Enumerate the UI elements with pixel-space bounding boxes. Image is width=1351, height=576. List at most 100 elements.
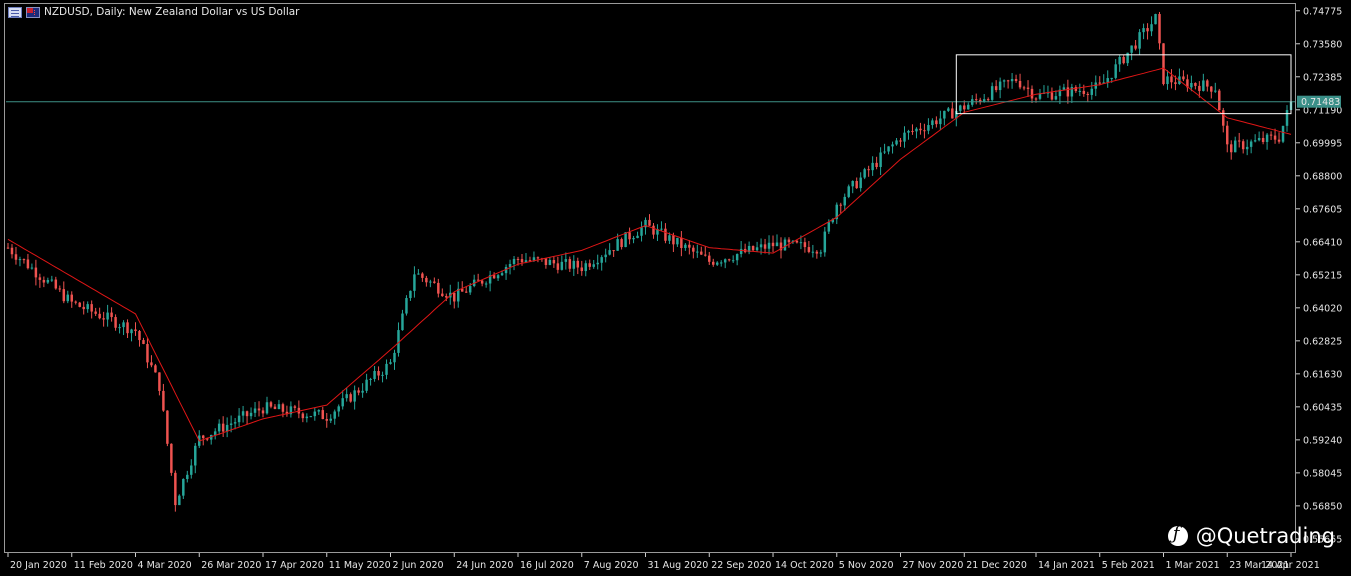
- candle: [556, 256, 560, 274]
- candle: [174, 470, 177, 512]
- candle: [1285, 105, 1289, 132]
- candle: [839, 202, 842, 214]
- candle: [1281, 125, 1285, 144]
- candle-body: [927, 125, 930, 131]
- candle: [389, 359, 392, 365]
- x-tick-label: 22 Sep 2020: [711, 560, 771, 571]
- candle: [1162, 43, 1165, 86]
- candle-body: [572, 260, 576, 269]
- x-tick-label: 26 Mar 2020: [201, 560, 261, 571]
- candle: [1018, 73, 1022, 90]
- candle-body: [1210, 86, 1213, 92]
- candle: [608, 243, 611, 256]
- candle: [1134, 39, 1137, 51]
- candle-body: [696, 251, 699, 253]
- candle: [317, 409, 321, 415]
- candle-body: [1245, 146, 1249, 150]
- watermark: @Quetrading: [1167, 523, 1335, 548]
- candle-body: [799, 242, 803, 244]
- candle-body: [580, 267, 584, 272]
- candle-body: [935, 120, 938, 125]
- candle: [1261, 131, 1265, 145]
- candle: [237, 408, 241, 427]
- candle-body: [261, 410, 265, 414]
- candle-body: [871, 162, 874, 171]
- candle-body: [998, 81, 1002, 91]
- candle-body: [1034, 98, 1038, 100]
- candle: [30, 263, 34, 270]
- candle-body: [823, 231, 827, 253]
- candle-body: [1142, 28, 1145, 33]
- candle-body: [990, 86, 994, 100]
- candle: [190, 459, 193, 479]
- candle-body: [158, 372, 161, 391]
- y-tick-label: 0.61630: [1303, 369, 1342, 380]
- candle-body: [1174, 82, 1177, 85]
- candle-body: [1265, 134, 1269, 142]
- candle-body: [915, 128, 918, 132]
- candle: [1002, 79, 1006, 88]
- candle: [1218, 88, 1221, 111]
- candle: [731, 255, 735, 263]
- candle: [74, 300, 77, 305]
- candle-body: [257, 408, 261, 411]
- candle-body: [1110, 77, 1113, 79]
- candle: [971, 95, 974, 107]
- candle-body: [1237, 140, 1241, 142]
- candle-body: [14, 254, 18, 260]
- candle: [273, 404, 277, 410]
- candle-body: [138, 331, 141, 341]
- x-tick-label: 21 Dec 2020: [966, 560, 1027, 571]
- candle: [1150, 16, 1153, 37]
- candle-body: [237, 415, 241, 423]
- candle-body: [640, 227, 643, 236]
- candle-body: [771, 242, 775, 247]
- candle-body: [1082, 90, 1086, 94]
- moving-average-layer: [7, 67, 1292, 442]
- candle: [453, 292, 456, 309]
- candle: [560, 255, 564, 271]
- candle: [492, 272, 496, 279]
- candle: [600, 255, 603, 271]
- candle: [688, 240, 691, 255]
- candle-body: [142, 340, 145, 344]
- candle: [512, 255, 516, 271]
- candle: [871, 156, 874, 176]
- candle-body: [974, 99, 978, 101]
- candle-body: [1226, 125, 1229, 145]
- candle: [425, 275, 428, 287]
- candle-body: [628, 232, 631, 240]
- candle-body: [903, 132, 906, 142]
- candle: [875, 156, 878, 170]
- candle-body: [604, 254, 607, 258]
- candle-body: [994, 86, 998, 91]
- candle-body: [186, 474, 189, 480]
- candle: [269, 400, 273, 409]
- candle-body: [122, 322, 125, 328]
- candle-body: [134, 329, 137, 332]
- candle: [158, 372, 161, 396]
- candle-body: [919, 128, 922, 131]
- candle: [684, 242, 687, 251]
- candle-body: [700, 251, 703, 255]
- candle-body: [293, 406, 297, 408]
- candle-body: [241, 411, 245, 416]
- candle-body: [632, 238, 635, 240]
- candle-body: [1218, 90, 1221, 111]
- x-tick-label: 14 Jan 2021: [1038, 560, 1095, 571]
- candle-body: [353, 390, 356, 402]
- candle: [867, 165, 870, 177]
- candle-body: [847, 186, 850, 197]
- candle: [150, 355, 153, 368]
- candle: [186, 470, 189, 483]
- candle: [313, 407, 317, 421]
- candle: [624, 232, 627, 248]
- candle-body: [715, 262, 719, 265]
- candle-body: [417, 273, 420, 275]
- candle: [1158, 11, 1161, 50]
- x-tick-label: 5 Feb 2021: [1102, 560, 1155, 571]
- candle: [397, 322, 400, 357]
- candle-body: [1198, 85, 1201, 91]
- candle-body: [94, 311, 97, 314]
- candle-body: [1098, 82, 1101, 84]
